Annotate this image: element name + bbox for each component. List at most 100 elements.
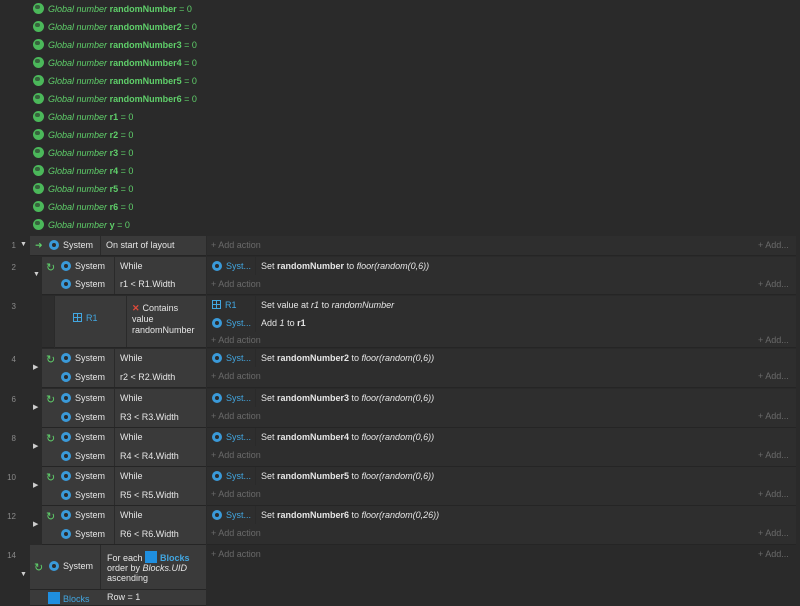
global-var-row[interactable]: Global number randomNumber = 0 <box>33 0 192 18</box>
event-number: 8 <box>11 434 16 443</box>
add-action-button[interactable]: + Add action <box>211 489 261 499</box>
system-object: System <box>61 372 105 382</box>
condition-text: r1 < R1.Width <box>120 279 176 289</box>
collapse-arrow-icon[interactable]: ▼ <box>33 271 40 278</box>
condition-block[interactable]: ↻ System While System R4 < R4.Width <box>42 428 206 467</box>
add-more-button[interactable]: + Add... <box>758 371 789 381</box>
condition-text: While <box>120 393 143 403</box>
system-object: System <box>49 561 93 571</box>
add-action-button[interactable]: + Add action <box>211 450 261 460</box>
global-var-row[interactable]: Global number r2 = 0 <box>33 126 133 144</box>
grid-icon <box>212 300 221 309</box>
system-object: System <box>61 261 105 271</box>
condition-block[interactable]: R1 ✕ Contains value randomNumber <box>55 296 206 348</box>
loop-icon: ↻ <box>46 262 56 274</box>
action-object[interactable]: Syst... <box>212 261 251 271</box>
add-action-button[interactable]: + Add action <box>211 371 261 381</box>
collapse-arrow-icon[interactable]: ▼ <box>20 571 27 578</box>
global-var-row[interactable]: Global number r5 = 0 <box>33 180 133 198</box>
condition-text: While <box>120 261 143 271</box>
gear-icon <box>61 261 71 271</box>
expand-arrow-icon[interactable]: ▶ <box>33 481 38 489</box>
global-var-row[interactable]: Global number randomNumber4 = 0 <box>33 54 197 72</box>
event-14: 14 ▼ ↻ System For each Blocks order by B… <box>0 545 800 606</box>
divider <box>114 389 115 427</box>
system-object: System <box>61 529 105 539</box>
global-var-row[interactable]: Global number randomNumber2 = 0 <box>33 18 197 36</box>
action-object[interactable]: Syst... <box>212 510 251 520</box>
global-var-row[interactable]: Global number r3 = 0 <box>33 144 133 162</box>
system-object: System <box>61 353 105 363</box>
condition-block[interactable]: ↻ System While System r1 < R1.Width <box>42 257 206 295</box>
system-object: System <box>61 510 105 520</box>
event-number: 12 <box>7 512 16 521</box>
global-var-row[interactable]: Global number y = 0 <box>33 216 130 234</box>
action-object[interactable]: Syst... <box>212 471 251 481</box>
condition-block[interactable]: ↻ System While System r2 < R2.Width <box>42 349 206 388</box>
action-object[interactable]: Syst... <box>212 353 251 363</box>
global-var-row[interactable]: Global number randomNumber6 = 0 <box>33 90 197 108</box>
add-more-button[interactable]: + Add... <box>758 450 789 460</box>
divider <box>255 349 256 367</box>
condition-text: ✕ Contains value randomNumber <box>132 303 195 335</box>
expand-arrow-icon[interactable]: ▶ <box>33 442 38 450</box>
add-more-button[interactable]: + Add... <box>758 240 789 250</box>
add-more-button[interactable]: + Add... <box>758 279 789 289</box>
action-text[interactable]: Set randomNumber3 to floor(random(0,6)) <box>261 393 434 403</box>
condition-block[interactable]: ↻ System While System R5 < R5.Width <box>42 467 206 506</box>
action-text[interactable]: Add 1 to r1 <box>261 318 306 328</box>
global-var-row[interactable]: Global number r1 = 0 <box>33 108 133 126</box>
expand-arrow-icon[interactable]: ▶ <box>33 363 38 371</box>
add-more-button[interactable]: + Add... <box>758 411 789 421</box>
add-more-button[interactable]: + Add... <box>758 335 789 345</box>
add-more-button[interactable]: + Add... <box>758 489 789 499</box>
condition-text: While <box>120 353 143 363</box>
gear-icon <box>61 393 71 403</box>
loop-icon: ↻ <box>34 562 44 574</box>
system-object: System <box>61 393 105 403</box>
add-action-button[interactable]: + Add action <box>211 240 261 250</box>
action-text[interactable]: Set randomNumber4 to floor(random(0,6)) <box>261 432 434 442</box>
global-var-row[interactable]: Global number r4 = 0 <box>33 162 133 180</box>
system-object: System <box>61 412 105 422</box>
global-var-row[interactable]: Global number randomNumber5 = 0 <box>33 72 197 90</box>
action-object[interactable]: Syst... <box>212 432 251 442</box>
add-action-button[interactable]: + Add action <box>211 528 261 538</box>
divider <box>126 296 127 347</box>
add-action-button[interactable]: + Add action <box>211 549 261 559</box>
add-more-button[interactable]: + Add... <box>758 528 789 538</box>
collapse-arrow-icon[interactable]: ▼ <box>20 241 27 248</box>
globe-icon <box>33 75 44 86</box>
global-var-row[interactable]: Global number randomNumber3 = 0 <box>33 36 197 54</box>
global-var-row[interactable]: Global number r6 = 0 <box>33 198 133 216</box>
blocks-icon <box>48 592 60 604</box>
action-text[interactable]: Set randomNumber5 to floor(random(0,6)) <box>261 471 434 481</box>
add-action-button[interactable]: + Add action <box>211 335 261 345</box>
add-more-button[interactable]: + Add... <box>758 549 789 559</box>
condition-block[interactable]: ↻ System While System R3 < R3.Width <box>42 389 206 428</box>
action-object[interactable]: R1 <box>212 300 237 310</box>
gear-icon <box>212 432 222 442</box>
globe-icon <box>33 21 44 32</box>
expand-arrow-icon[interactable]: ▶ <box>33 403 38 411</box>
action-text[interactable]: Set randomNumber2 to floor(random(0,6)) <box>261 353 434 363</box>
globe-icon <box>33 183 44 194</box>
condition-block[interactable]: ➜ System On start of layout <box>30 236 206 256</box>
action-object[interactable]: Syst... <box>212 393 251 403</box>
gear-icon <box>212 393 222 403</box>
expand-arrow-icon[interactable]: ▶ <box>33 520 38 528</box>
system-object: System <box>49 240 93 250</box>
action-text[interactable]: Set randomNumber to floor(random(0,6)) <box>261 261 429 271</box>
actions-block: R1 Set value at r1 to randomNumber Syst.… <box>207 296 796 348</box>
condition-block[interactable]: ↻ System For each Blocks order by Blocks… <box>30 545 206 590</box>
condition-block[interactable]: ↻ System While System R6 < R6.Width <box>42 506 206 545</box>
divider <box>255 257 256 275</box>
condition-block[interactable]: Blocks Row = 1 <box>30 590 206 606</box>
add-action-button[interactable]: + Add action <box>211 279 261 289</box>
divider <box>255 296 256 332</box>
action-text[interactable]: Set value at r1 to randomNumber <box>261 300 394 310</box>
gear-icon <box>61 279 71 289</box>
add-action-button[interactable]: + Add action <box>211 411 261 421</box>
action-text[interactable]: Set randomNumber6 to floor(random(0,26)) <box>261 510 439 520</box>
action-object[interactable]: Syst... <box>212 318 251 328</box>
